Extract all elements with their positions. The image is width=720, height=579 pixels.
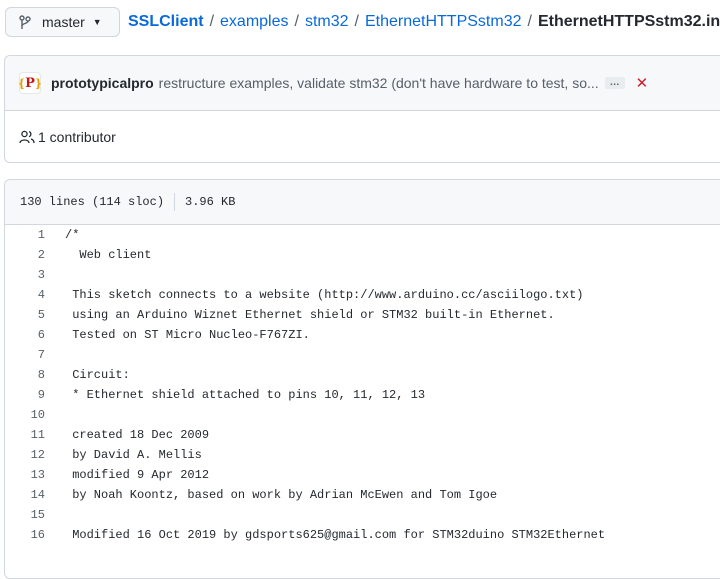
avatar[interactable]: {P} — [18, 72, 42, 94]
code-line: 4 This sketch connects to a website (htt… — [5, 285, 720, 305]
code-line: 15 — [5, 505, 720, 525]
line-code: Web client — [65, 248, 152, 262]
file-info-header: 130 lines (114 sloc) 3.96 KB — [5, 180, 720, 225]
code-line: 5 using an Arduino Wiznet Ethernet shiel… — [5, 305, 720, 325]
latest-commit-row: {P} prototypicalpro restructure examples… — [5, 56, 720, 111]
code-line: 2 Web client — [5, 245, 720, 265]
line-code: /* — [65, 228, 80, 242]
code-line: 12 by David A. Mellis — [5, 445, 720, 465]
chevron-down-icon: ▼ — [92, 17, 102, 27]
line-number[interactable]: 1 — [5, 228, 45, 242]
code-line: 9 * Ethernet shield attached to pins 10,… — [5, 385, 720, 405]
line-code: by Noah Koontz, based on work by Adrian … — [65, 488, 498, 502]
breadcrumb-separator: / — [354, 13, 359, 30]
line-number[interactable]: 14 — [5, 488, 45, 502]
branch-select-button[interactable]: master ▼ — [5, 7, 120, 37]
code-line: 10 — [5, 405, 720, 425]
line-code: This sketch connects to a website (http:… — [65, 288, 584, 302]
breadcrumb-link-examples[interactable]: examples — [220, 13, 288, 31]
line-code: * Ethernet shield attached to pins 10, 1… — [65, 388, 426, 402]
line-number[interactable]: 6 — [5, 328, 45, 342]
line-number[interactable]: 11 — [5, 428, 45, 442]
code-line: 7 — [5, 345, 720, 365]
breadcrumb-current-file: EthernetHTTPSstm32.ino — [537, 13, 720, 30]
file-viewer: 130 lines (114 sloc) 3.96 KB 1 /* 2 Web cl… — [4, 179, 720, 579]
line-code: Circuit: — [65, 368, 130, 382]
expand-commit-message-button[interactable]: … — [604, 77, 625, 89]
code-line: 13 modified 9 Apr 2012 — [5, 465, 720, 485]
line-number[interactable]: 10 — [5, 408, 45, 422]
line-code: modified 9 Apr 2012 — [65, 468, 210, 482]
latest-commit-box: {P} prototypicalpro restructure examples… — [4, 55, 720, 163]
code-line: 8 Circuit: — [5, 365, 720, 385]
line-code: using an Arduino Wiznet Ethernet shield … — [65, 308, 555, 322]
contributors-label: 1 contributor — [38, 128, 116, 145]
breadcrumb: SSLClient / examples / stm32 / EthernetH… — [128, 13, 720, 31]
file-line-count: 130 lines (114 sloc) — [20, 195, 165, 209]
code-line: 16 Modified 16 Oct 2019 by gdsports625@g… — [5, 525, 720, 545]
breadcrumb-link-ethernethttpsstm32[interactable]: EthernetHTTPSstm32 — [365, 13, 522, 31]
breadcrumb-separator: / — [209, 13, 215, 30]
people-icon — [19, 130, 35, 144]
file-size: 3.96 KB — [185, 195, 236, 209]
line-number[interactable]: 3 — [5, 268, 45, 282]
commit-message-link[interactable]: restructure examples, validate stm32 (do… — [159, 75, 599, 91]
file-navigation: master ▼ SSLClient / examples / stm32 / … — [0, 0, 720, 46]
line-number[interactable]: 4 — [5, 288, 45, 302]
breadcrumb-link-stm32[interactable]: stm32 — [305, 13, 349, 31]
code-line: 3 — [5, 265, 720, 285]
git-branch-icon — [19, 14, 33, 30]
ci-status-failed-icon[interactable]: ✕ — [636, 74, 649, 92]
code-line: 14 by Noah Koontz, based on work by Adri… — [5, 485, 720, 505]
line-code: by David A. Mellis — [65, 448, 202, 462]
code-listing: 1 /* 2 Web client 3 4 This sketch connects t… — [5, 225, 720, 545]
line-number[interactable]: 5 — [5, 308, 45, 322]
code-line: 1 /* — [5, 225, 720, 245]
code-line: 11 created 18 Dec 2009 — [5, 425, 720, 445]
line-number[interactable]: 8 — [5, 368, 45, 382]
code-line: 6 Tested on ST Micro Nucleo-F767ZI. — [5, 325, 720, 345]
line-number[interactable]: 7 — [5, 348, 45, 362]
breadcrumb-separator: / — [294, 13, 299, 30]
line-code: created 18 Dec 2009 — [65, 428, 210, 442]
line-number[interactable]: 2 — [5, 248, 45, 262]
line-code: Tested on ST Micro Nucleo-F767ZI. — [65, 328, 310, 342]
contributors-link[interactable]: 1 contributor — [19, 110, 116, 163]
line-number[interactable]: 12 — [5, 448, 45, 462]
line-number[interactable]: 15 — [5, 508, 45, 522]
breadcrumb-separator: / — [527, 13, 532, 30]
divider — [174, 193, 176, 211]
line-number[interactable]: 9 — [5, 388, 45, 402]
line-number[interactable]: 13 — [5, 468, 45, 482]
branch-name: master — [42, 14, 85, 30]
commit-author-link[interactable]: prototypicalpro — [51, 75, 154, 91]
breadcrumb-repo-link[interactable]: SSLClient — [128, 13, 204, 31]
